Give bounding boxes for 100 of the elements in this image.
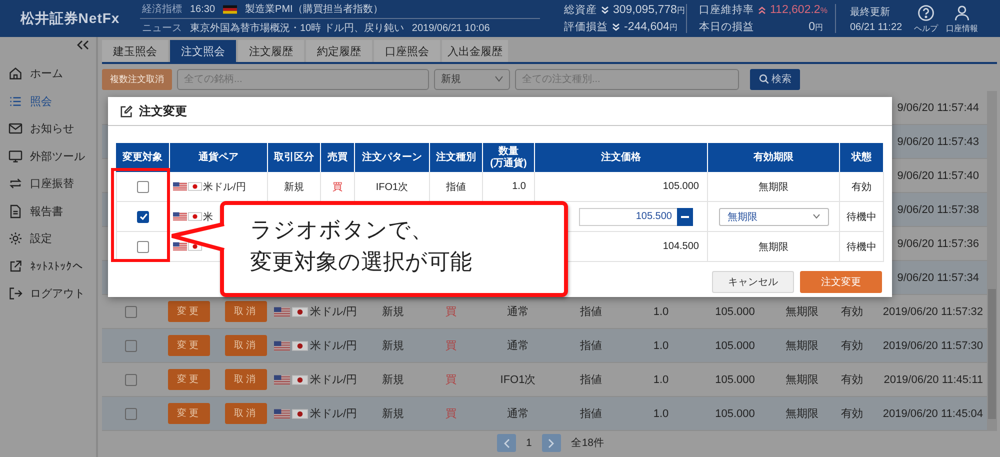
order-type: 指値	[579, 305, 603, 319]
column-header: 注文種別	[430, 143, 483, 172]
mail-icon	[8, 121, 23, 136]
home-icon	[8, 66, 23, 82]
order-time: 9/06/20 11:57:38	[897, 204, 980, 216]
japan-flag-icon	[292, 408, 308, 418]
quantity: 1.0	[652, 306, 670, 318]
change-button[interactable]: 変更	[168, 335, 210, 356]
germany-flag-icon	[223, 4, 238, 14]
sidebar-item[interactable]: 報告書	[0, 198, 96, 225]
order-type: 指値	[579, 407, 603, 421]
us-flag-icon	[274, 340, 290, 350]
japan-flag-icon	[188, 212, 202, 221]
sidebar-label: ﾈｯﾄｽﾄｯｸへ	[30, 260, 83, 273]
expiry: 無期限	[758, 240, 788, 254]
sidebar-item[interactable]: 外部ツール	[0, 142, 96, 170]
sidebar-item[interactable]: ﾈｯﾄｽﾄｯｸへ	[0, 252, 96, 280]
help-button[interactable]: ヘルプ	[910, 0, 942, 37]
cancel-order-button[interactable]: 取消	[225, 403, 267, 424]
order-status: 有効	[840, 339, 864, 353]
caret-icon	[812, 214, 820, 219]
tab[interactable]: 注文履歴	[238, 40, 304, 62]
change-button[interactable]: 変更	[168, 369, 210, 390]
sidebar-item[interactable]: 照会	[0, 88, 96, 115]
order-pattern: IFO1次	[376, 180, 408, 194]
expiry: 無期限	[784, 407, 820, 421]
column-header: 注文パターン	[355, 143, 430, 172]
ticker-label: ニュース	[142, 22, 182, 35]
cancel-order-button[interactable]: 取消	[225, 301, 267, 322]
trade-type: 新規	[381, 338, 405, 353]
tab[interactable]: 建玉照会	[102, 40, 168, 62]
sidebar-item[interactable]: 口座振替	[0, 170, 96, 198]
next-page-button[interactable]	[542, 434, 561, 452]
stat-value: 112,602.2%	[770, 4, 828, 16]
row-checkbox[interactable]	[125, 374, 137, 386]
trade-type-dropdown[interactable]: 新規	[434, 68, 510, 90]
settings-icon	[8, 231, 23, 246]
stat-label: 本日の損益	[699, 20, 755, 34]
order-type: 指値	[579, 339, 603, 353]
news-time: 2019/06/21 10:06	[412, 22, 490, 34]
order-time: 2019/06/20 11:57:30	[882, 340, 984, 352]
sidebar-item[interactable]: お知らせ	[0, 115, 96, 142]
row-checkbox[interactable]	[137, 240, 149, 252]
tab[interactable]: 約定履歴	[306, 40, 372, 62]
order-price: 105.000	[714, 408, 756, 420]
order-price: 105.000	[662, 181, 699, 192]
account-button[interactable]: 口座情報	[942, 0, 982, 37]
scrollbar[interactable]	[987, 91, 997, 431]
stat-label: 口座維持率	[699, 3, 754, 17]
sidebar-label: ホーム	[30, 67, 63, 82]
dialog-title: 注文変更	[139, 102, 187, 120]
expiry: 無期限	[784, 339, 820, 353]
user-icon	[953, 4, 972, 22]
row-checkbox[interactable]	[137, 210, 149, 222]
column-header: 状態	[840, 143, 884, 172]
sidebar-item[interactable]: ログアウト	[0, 280, 96, 308]
cancel-button[interactable]: キャンセル	[712, 271, 794, 293]
previous-page-button[interactable]	[497, 434, 516, 452]
expiry-dropdown[interactable]: 無期限	[718, 208, 828, 226]
page-number[interactable]: 1	[526, 437, 532, 449]
row-checkbox[interactable]	[125, 340, 137, 352]
change-button[interactable]: 変更	[168, 403, 210, 424]
sidebar-item[interactable]: 設定	[0, 225, 96, 252]
search-button[interactable]: 検索	[750, 68, 800, 90]
order-status: 待機中	[846, 240, 876, 254]
indicator-text[interactable]: 製造業PMI（購買担当者指数）	[245, 2, 383, 16]
order-price: 105.000	[714, 374, 756, 386]
submit-button[interactable]: 注文変更	[800, 271, 882, 293]
external-link-icon	[8, 258, 23, 274]
row-checkbox[interactable]	[125, 306, 137, 318]
order-time: 9/06/20 11:57:36	[897, 238, 980, 250]
tab[interactable]: 入出金履歴	[442, 40, 508, 62]
change-button[interactable]: 変更	[168, 301, 210, 322]
tab[interactable]: 注文照会	[170, 40, 236, 62]
row-checkbox[interactable]	[125, 408, 137, 420]
help-icon	[917, 4, 936, 22]
currency-pair: 米ドル/円	[310, 305, 358, 319]
price-input[interactable]: 105.500	[579, 208, 677, 226]
order-pattern: IFO1次	[499, 373, 537, 387]
sidebar-label: 外部ツール	[30, 150, 85, 164]
stat-label: 評価損益	[564, 20, 608, 34]
sidebar-item[interactable]: ホーム	[0, 60, 96, 88]
callout-text: ラジオボタンで、	[250, 216, 434, 244]
trade-type: 新規	[381, 304, 405, 319]
tab[interactable]: 口座照会	[374, 40, 440, 62]
quantity: 1.0	[652, 340, 670, 352]
row-checkbox[interactable]	[137, 180, 149, 192]
sidebar-label: 報告書	[30, 204, 63, 219]
cancel-order-button[interactable]: 取消	[225, 369, 267, 390]
cancel-order-button[interactable]: 取消	[225, 335, 267, 356]
expiry: 無期限	[758, 180, 788, 194]
decrement-button[interactable]	[677, 208, 693, 226]
order-time: 2019/06/20 11:45:04	[882, 408, 984, 420]
collapse-icon[interactable]	[76, 40, 90, 50]
side-label: 買	[332, 180, 342, 194]
news-headline[interactable]: 東京外国為替市場概況・10時 ドル円、戻り鈍い	[190, 21, 404, 35]
order-time: 9/06/20 11:57:40	[897, 170, 980, 182]
trade-type: 新規	[284, 180, 304, 194]
last-update-time: 06/21 11:22	[850, 22, 902, 32]
quantity: 1.0	[512, 181, 526, 192]
